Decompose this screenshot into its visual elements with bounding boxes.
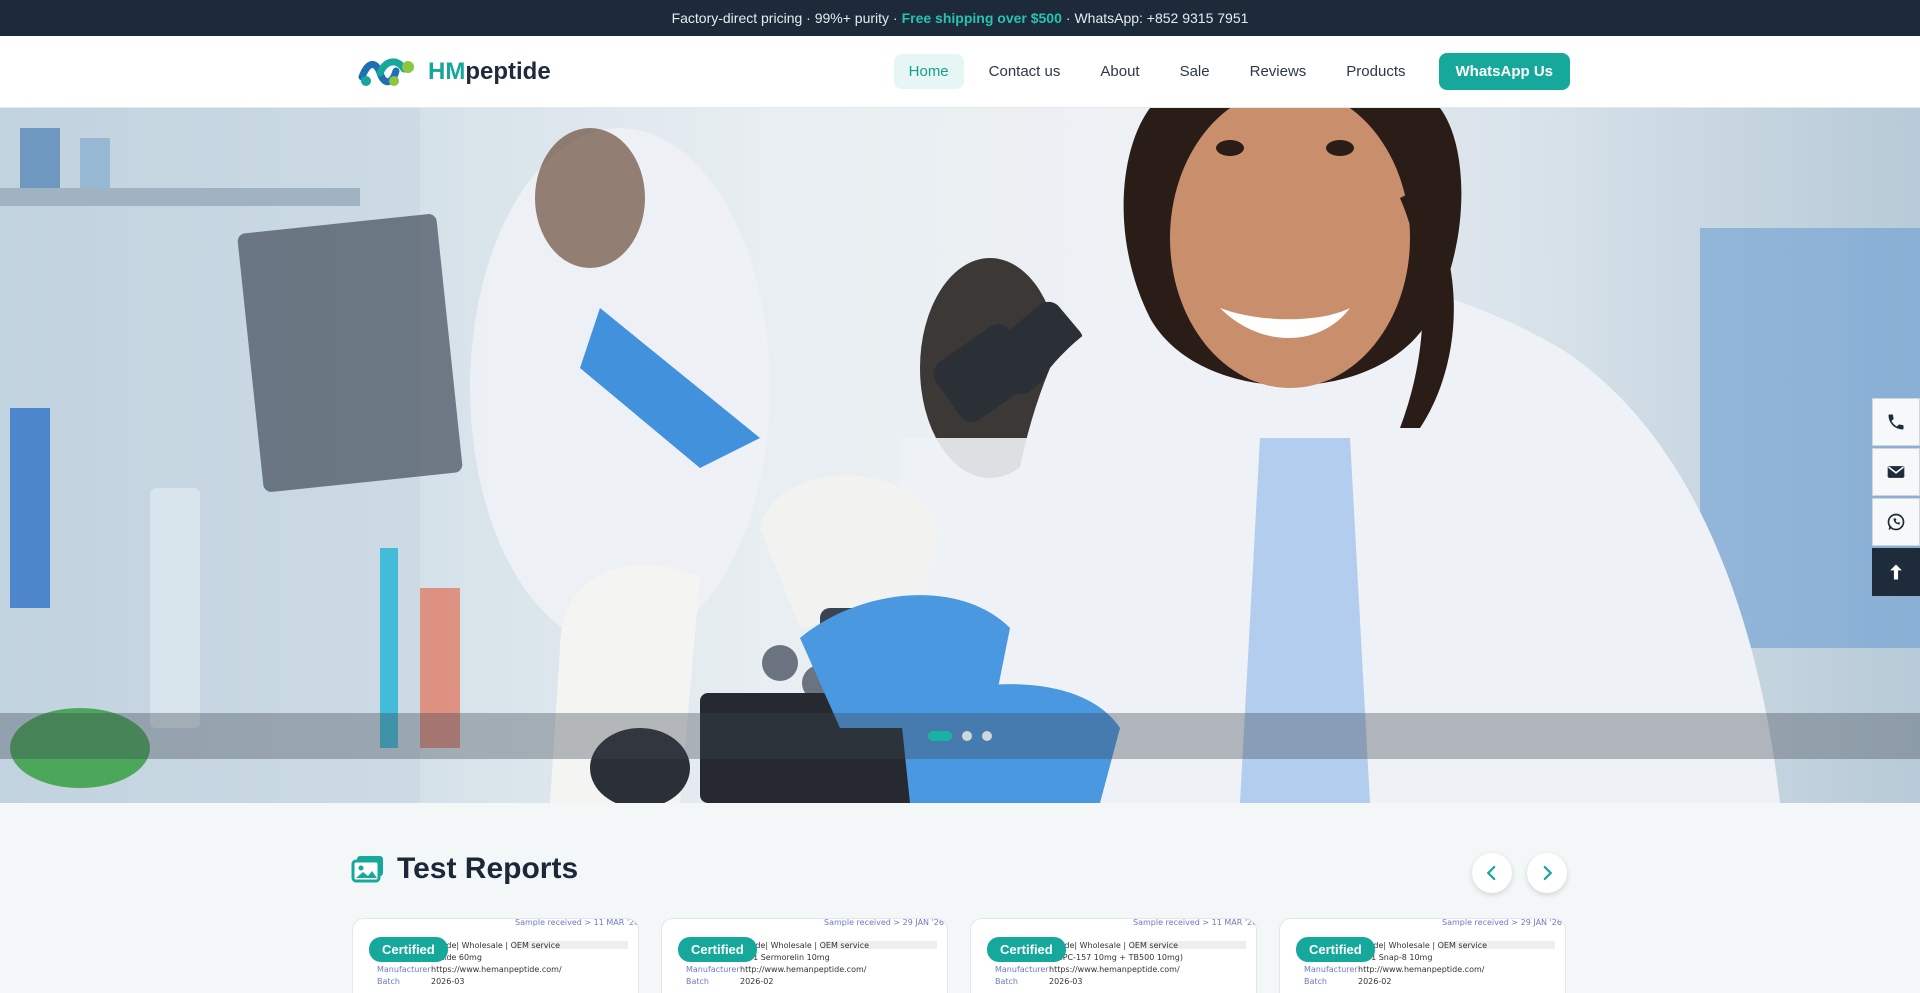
report-date: Sample received > 29 JAN '26 <box>1442 918 1562 927</box>
mail-icon <box>1887 466 1905 478</box>
certified-badge: Certified <box>678 937 757 962</box>
report-url: http://www.hemanpeptide.com/ <box>1358 965 1485 974</box>
images-icon <box>351 856 383 883</box>
report-card[interactable]: Sample received > 29 JAN '26 eptide| Who… <box>1279 918 1566 993</box>
report-label-batch: Batch <box>995 977 1018 986</box>
report-line1: eptide| Wholesale | OEM service <box>1049 941 1179 950</box>
report-date: Sample received > 11 MAR '26 <box>515 918 639 927</box>
report-batch: 2026-02 <box>740 977 774 986</box>
report-line1: eptide| Wholesale | OEM service <box>740 941 870 950</box>
nav-reviews[interactable]: Reviews <box>1235 54 1322 89</box>
nav-products[interactable]: Products <box>1331 54 1420 89</box>
report-label-manufacturer: Manufacturer <box>686 965 740 974</box>
report-line2: d(BPC-157 10mg + TB500 10mg) <box>1049 953 1183 962</box>
slide-dot-2[interactable] <box>962 731 972 741</box>
section-title: Test Reports <box>397 852 579 885</box>
report-label-manufacturer: Manufacturer <box>995 965 1049 974</box>
certified-badge: Certified <box>1296 937 1375 962</box>
whatsapp-icon <box>1887 513 1905 531</box>
report-url: https://www.hemanpeptide.com/ <box>431 965 562 974</box>
nav-home[interactable]: Home <box>880 54 964 114</box>
carousel-prev-button[interactable] <box>1472 853 1512 893</box>
hero-slider <box>0 108 1920 803</box>
logo-icon <box>358 55 416 89</box>
nav-about[interactable]: About <box>1085 54 1154 89</box>
floating-contact-bar <box>1872 398 1920 596</box>
slide-dot-3[interactable] <box>982 731 992 741</box>
main-nav: Home Contact us About Sale Reviews Produ… <box>880 53 1570 114</box>
report-url: http://www.hemanpeptide.com/ <box>740 965 867 974</box>
chevron-right-icon <box>1543 865 1553 881</box>
report-card[interactable]: Sample received > 11 MAR '26 eptide| Who… <box>970 918 1257 993</box>
nav-contact[interactable]: Contact us <box>974 54 1076 89</box>
back-to-top-button[interactable] <box>1872 548 1920 596</box>
report-card[interactable]: Sample received > 11 MAR '26 eptide| Who… <box>352 918 639 993</box>
reports-header: Test Reports <box>351 852 578 886</box>
arrow-up-icon <box>1890 564 1902 580</box>
report-label-manufacturer: Manufacturer <box>1304 965 1358 974</box>
whatsapp-number-text: · WhatsApp: +852 9315 7951 <box>1065 10 1249 26</box>
whatsapp-button[interactable] <box>1872 498 1920 546</box>
report-url: https://www.hemanpeptide.com/ <box>1049 965 1180 974</box>
certified-badge: Certified <box>369 937 448 962</box>
certified-badge: Certified <box>987 937 1066 962</box>
slide-dot-1[interactable] <box>928 731 952 741</box>
slider-pagination <box>0 713 1920 759</box>
hero-image <box>0 108 1920 803</box>
nav-sale[interactable]: Sale <box>1165 54 1225 89</box>
site-logo[interactable]: HMpeptide <box>358 55 551 89</box>
announcement-text: Factory-direct pricing · 99%+ purity · <box>671 10 898 26</box>
report-card[interactable]: Sample received > 29 JAN '26 eptide| Who… <box>661 918 948 993</box>
reports-carousel: Sample received > 11 MAR '26 eptide| Who… <box>352 918 1566 993</box>
site-header: HMpeptide Home Contact us About Sale Rev… <box>0 36 1920 114</box>
announcement-bar: Factory-direct pricing · 99%+ purity · F… <box>0 0 1920 36</box>
logo-text: HMpeptide <box>428 57 551 85</box>
report-line1: eptide| Wholesale | OEM service <box>431 941 561 950</box>
phone-icon <box>1888 414 1904 430</box>
phone-button[interactable] <box>1872 398 1920 446</box>
report-label-batch: Batch <box>1304 977 1327 986</box>
report-batch: 2026-02 <box>1358 977 1392 986</box>
report-batch: 2026-03 <box>431 977 465 986</box>
report-label-manufacturer: Manufacturer <box>377 965 431 974</box>
report-line1: eptide| Wholesale | OEM service <box>1358 941 1488 950</box>
email-button[interactable] <box>1872 448 1920 496</box>
report-label-batch: Batch <box>377 977 400 986</box>
report-date: Sample received > 29 JAN '26 <box>824 918 944 927</box>
report-batch: 2026-03 <box>1049 977 1083 986</box>
report-date: Sample received > 11 MAR '26 <box>1133 918 1257 927</box>
carousel-next-button[interactable] <box>1527 853 1567 893</box>
chevron-left-icon <box>1486 865 1496 881</box>
whatsapp-us-button[interactable]: WhatsApp Us <box>1438 53 1570 90</box>
report-label-batch: Batch <box>686 977 709 986</box>
free-shipping-text: Free shipping over $500 <box>901 10 1062 26</box>
